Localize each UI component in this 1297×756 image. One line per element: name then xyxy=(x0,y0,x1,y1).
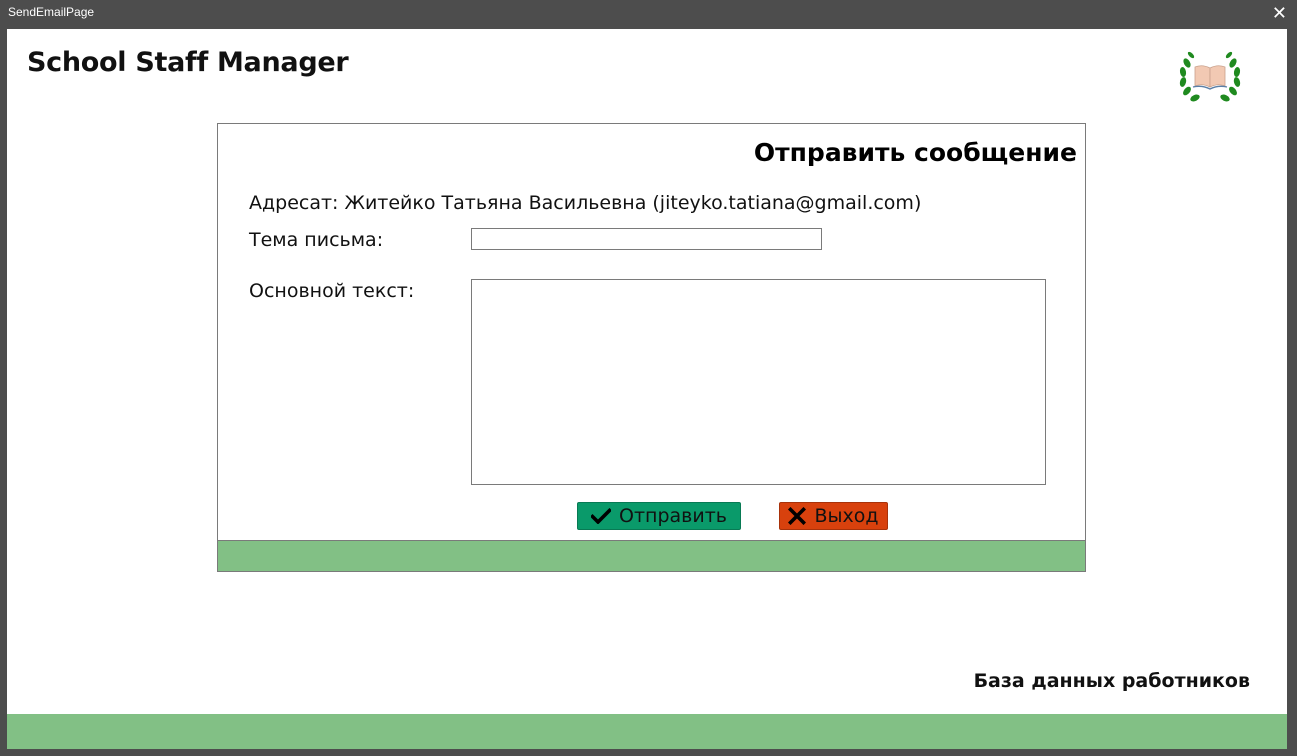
body-label: Основной текст: xyxy=(249,280,415,302)
laurel-book-icon xyxy=(1179,51,1241,102)
exit-button-label: Выход xyxy=(814,505,879,527)
close-icon[interactable]: ✕ xyxy=(1272,3,1287,24)
x-icon xyxy=(788,507,807,525)
window-title: SendEmailPage xyxy=(8,5,95,19)
window-titlebar: SendEmailPage ✕ xyxy=(0,0,1297,28)
send-button-label: Отправить xyxy=(619,505,727,527)
footer-label: База данных работников xyxy=(973,670,1250,692)
recipient-label: Адресат: Житейко Татьяна Васильевна (jit… xyxy=(249,192,922,214)
subject-input[interactable] xyxy=(471,228,822,250)
app-title: School Staff Manager xyxy=(27,47,349,78)
bottom-bar xyxy=(7,714,1287,749)
send-button[interactable]: Отправить xyxy=(577,502,741,530)
app-window: School Staff Manager Отправить сообщение… xyxy=(7,29,1287,749)
check-icon xyxy=(591,508,612,524)
panel-title: Отправить сообщение xyxy=(753,138,1077,167)
exit-button[interactable]: Выход xyxy=(779,502,888,530)
subject-label: Тема письма: xyxy=(249,229,384,251)
send-email-panel: Отправить сообщение Адресат: Житейко Тат… xyxy=(217,123,1086,572)
body-textarea[interactable] xyxy=(471,279,1046,485)
panel-footer-bar xyxy=(218,540,1085,571)
